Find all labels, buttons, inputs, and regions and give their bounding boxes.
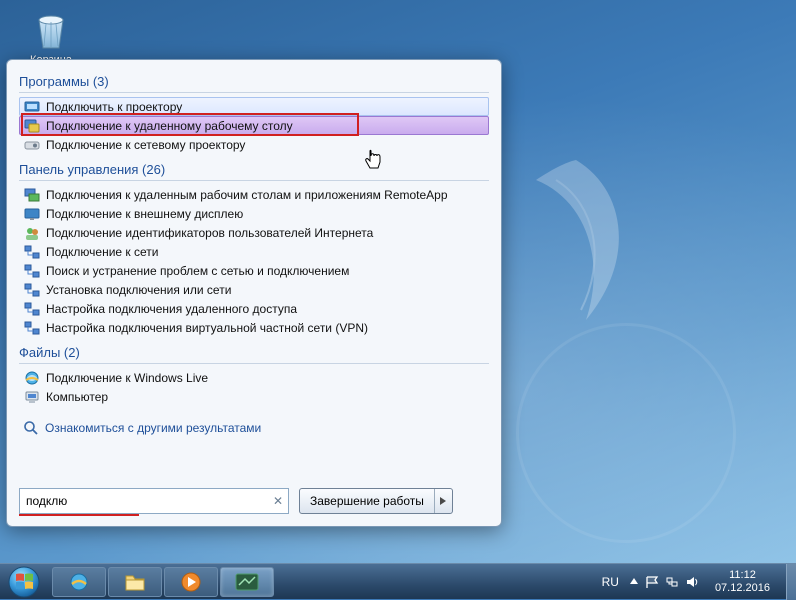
clear-search-icon[interactable]: ✕ — [273, 494, 283, 508]
recycle-bin[interactable]: Корзина — [16, 8, 86, 66]
cp-item-label: Подключение идентификаторов пользователе… — [46, 226, 373, 240]
program-item-label: Подключение к удаленному рабочему столу — [46, 119, 293, 133]
program-item-label: Подключение к сетевому проектору — [46, 138, 245, 152]
shutdown-button[interactable]: Завершение работы — [299, 488, 453, 514]
file-item-label: Подключение к Windows Live — [46, 371, 208, 385]
search-input[interactable] — [19, 488, 289, 514]
search-wrap: ✕ — [19, 488, 289, 514]
network-icon — [24, 320, 40, 336]
cp-item-label: Установка подключения или сети — [46, 283, 231, 297]
window-icon — [235, 573, 259, 591]
cp-item[interactable]: Подключение к сети — [19, 242, 489, 261]
flag-icon[interactable] — [645, 575, 659, 589]
file-item-label: Компьютер — [46, 390, 108, 404]
program-item-remote-desktop[interactable]: Подключение к удаленному рабочему столу — [19, 116, 489, 135]
windows-leaf-decoration — [486, 150, 666, 330]
search-results: Программы (3) Подключить к проектору Под… — [7, 60, 501, 478]
desktop[interactable]: Корзина Программы (3) Подключить к проек… — [0, 0, 796, 563]
network-icon — [24, 301, 40, 317]
system-tray: RU 11:12 07.12.2016 — [602, 564, 796, 600]
programs-list: Подключить к проектору Подключение к уда… — [19, 97, 489, 154]
network-icon — [24, 244, 40, 260]
network-icon — [24, 263, 40, 279]
rdp-icon — [24, 118, 40, 134]
tray-icons — [629, 575, 699, 589]
start-menu: Программы (3) Подключить к проектору Под… — [6, 59, 502, 527]
taskbar-item-active-app[interactable] — [220, 567, 274, 597]
chevron-right-icon — [439, 497, 447, 505]
program-item-label: Подключить к проектору — [46, 100, 182, 114]
swirl-decoration — [516, 323, 736, 543]
clock-date: 07.12.2016 — [715, 582, 770, 595]
cp-item[interactable]: Поиск и устранение проблем с сетью и под… — [19, 261, 489, 280]
tray-expand-icon[interactable] — [629, 575, 639, 589]
windows-orb-icon — [7, 565, 41, 599]
see-more-results[interactable]: Ознакомиться с другими результатами — [19, 414, 489, 446]
volume-icon[interactable] — [685, 575, 699, 589]
projector-icon — [24, 99, 40, 115]
section-header-programs: Программы (3) — [19, 74, 489, 93]
taskbar-item-ie[interactable] — [52, 567, 106, 597]
search-icon — [23, 420, 39, 436]
section-header-files: Файлы (2) — [19, 345, 489, 364]
cp-item-label: Настройка подключения удаленного доступа — [46, 302, 297, 316]
annotation-underline — [19, 514, 139, 516]
clock-time: 11:12 — [715, 569, 770, 582]
cp-item[interactable]: Настройка подключения удаленного доступа — [19, 299, 489, 318]
media-player-icon — [180, 571, 202, 593]
users-icon — [24, 225, 40, 241]
cp-item[interactable]: Подключение идентификаторов пользователе… — [19, 223, 489, 242]
network-icon — [24, 282, 40, 298]
cp-item-label: Подключения к удаленным рабочим столам и… — [46, 188, 448, 202]
cp-item[interactable]: Установка подключения или сети — [19, 280, 489, 299]
cp-item-label: Поиск и устранение проблем с сетью и под… — [46, 264, 349, 278]
shutdown-label: Завершение работы — [300, 489, 434, 513]
cp-item-label: Подключение к сети — [46, 245, 158, 259]
shutdown-options-arrow[interactable] — [434, 489, 452, 513]
ie-icon — [24, 370, 40, 386]
section-header-control-panel: Панель управления (26) — [19, 162, 489, 181]
recycle-bin-icon — [29, 8, 73, 52]
cp-item[interactable]: Подключения к удаленным рабочим столам и… — [19, 185, 489, 204]
files-list: Подключение к Windows Live Компьютер — [19, 368, 489, 406]
cp-item-label: Настройка подключения виртуальной частно… — [46, 321, 368, 335]
folder-icon — [124, 572, 146, 592]
taskbar: RU 11:12 07.12.2016 — [0, 563, 796, 599]
cp-item[interactable]: Подключение к внешнему дисплею — [19, 204, 489, 223]
start-menu-bottom: ✕ Завершение работы — [7, 478, 501, 526]
pinned-apps — [48, 567, 278, 597]
remoteapp-icon — [24, 187, 40, 203]
file-item-computer[interactable]: Компьютер — [19, 387, 489, 406]
language-indicator[interactable]: RU — [602, 575, 619, 589]
program-item-connect-projector[interactable]: Подключить к проектору — [19, 97, 489, 116]
file-item-windows-live[interactable]: Подключение к Windows Live — [19, 368, 489, 387]
network-projector-icon — [24, 137, 40, 153]
start-button[interactable] — [0, 564, 48, 600]
control-panel-list: Подключения к удаленным рабочим столам и… — [19, 185, 489, 337]
display-icon — [24, 206, 40, 222]
see-more-label: Ознакомиться с другими результатами — [45, 421, 261, 435]
cp-item[interactable]: Настройка подключения виртуальной частно… — [19, 318, 489, 337]
taskbar-item-explorer[interactable] — [108, 567, 162, 597]
cp-item-label: Подключение к внешнему дисплею — [46, 207, 243, 221]
show-desktop-button[interactable] — [786, 564, 796, 600]
ie-icon — [68, 571, 90, 593]
taskbar-item-media-player[interactable] — [164, 567, 218, 597]
program-item-network-projector[interactable]: Подключение к сетевому проектору — [19, 135, 489, 154]
network-tray-icon[interactable] — [665, 575, 679, 589]
computer-icon — [24, 389, 40, 405]
clock[interactable]: 11:12 07.12.2016 — [709, 569, 776, 594]
